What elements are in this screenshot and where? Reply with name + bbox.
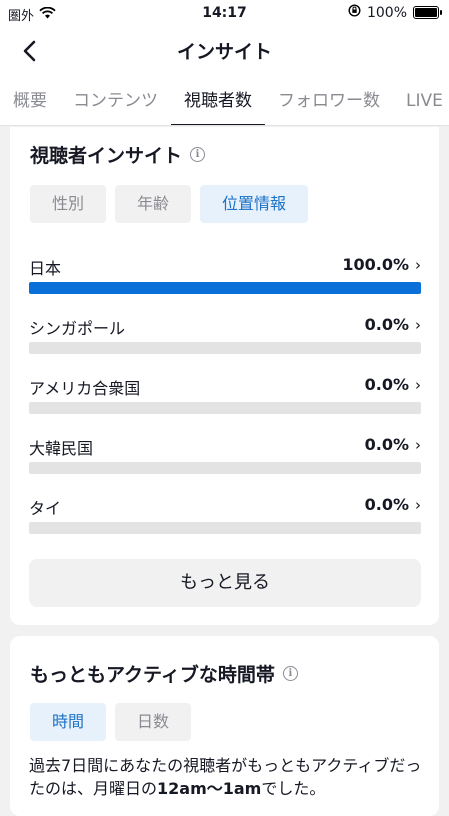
chevron-right-icon: › <box>415 255 421 274</box>
tab-content[interactable]: コンテンツ <box>60 76 171 125</box>
chevron-right-icon: › <box>415 315 421 334</box>
battery-icon <box>413 6 442 19</box>
progress-bar <box>29 402 421 414</box>
chip-days[interactable]: 日数 <box>115 703 192 741</box>
page-title: インサイト <box>176 41 272 63</box>
see-more-button[interactable]: もっと見る <box>29 559 421 607</box>
location-percent: 0.0% › <box>364 315 421 334</box>
progress-fill <box>29 282 421 294</box>
active-times-title: もっともアクティブな時間帯 <box>30 664 275 686</box>
audience-title: 視聴者インサイト <box>30 145 183 167</box>
location-name: アメリカ合衆国 <box>29 379 141 398</box>
location-row[interactable]: アメリカ合衆国 0.0% › <box>29 372 421 432</box>
location-row[interactable]: タイ 0.0% › <box>29 492 421 552</box>
active-times-header: もっともアクティブな時間帯 i <box>30 660 298 687</box>
progress-bar <box>29 342 421 354</box>
chevron-right-icon: › <box>415 375 421 394</box>
active-times-chips: 時間 日数 <box>30 703 192 741</box>
audience-section-header: 視聴者インサイト i <box>30 141 206 168</box>
status-bar: 圏外 14:17 100% <box>0 0 449 26</box>
location-percent: 100.0% › <box>342 255 421 274</box>
location-row[interactable]: シンガポール 0.0% › <box>29 312 421 372</box>
info-icon[interactable]: i <box>190 147 206 162</box>
tab-overview[interactable]: 概要 <box>0 76 60 125</box>
progress-bar <box>29 522 421 534</box>
location-name: 大韓民国 <box>29 439 94 458</box>
location-percent: 0.0% › <box>364 495 421 514</box>
location-name: 日本 <box>29 259 62 278</box>
tab-live[interactable]: LIVE <box>393 76 449 125</box>
location-name: タイ <box>29 499 62 518</box>
active-times-description: 過去7日間にあなたの視聴者がもっともアクティブだったのは、月曜日の12am〜1a… <box>29 756 422 798</box>
chip-age[interactable]: 年齢 <box>115 185 192 223</box>
tab-followers[interactable]: フォロワー数 <box>265 76 393 125</box>
location-list: 日本 100.0% › シンガポール 0.0% › アメリカ合衆国 0.0% › 大韓… <box>29 252 421 552</box>
chip-hours[interactable]: 時間 <box>30 703 107 741</box>
chevron-right-icon: › <box>415 435 421 454</box>
info-icon[interactable]: i <box>282 666 298 681</box>
location-percent: 0.0% › <box>364 375 421 394</box>
audience-filter-chips: 性別 年齢 位置情報 <box>30 185 309 223</box>
chip-gender[interactable]: 性別 <box>30 185 107 223</box>
tab-bar: 概要 コンテンツ 視聴者数 フォロワー数 LIVE <box>0 76 449 126</box>
progress-bar <box>29 282 421 294</box>
active-times-card: もっともアクティブな時間帯 i 時間 日数 過去7日間にあなたの視聴者がもっとも… <box>10 636 439 816</box>
location-percent: 0.0% › <box>364 435 421 454</box>
chip-location[interactable]: 位置情報 <box>200 185 309 223</box>
battery-percent: 100% <box>366 4 407 21</box>
location-row[interactable]: 大韓民国 0.0% › <box>29 432 421 492</box>
location-row[interactable]: 日本 100.0% › <box>29 252 421 312</box>
audience-insight-card: 視聴者インサイト i 性別 年齢 位置情報 日本 100.0% › シンガポール … <box>10 127 439 625</box>
location-name: シンガポール <box>29 319 126 338</box>
nav-bar: インサイト <box>0 26 449 76</box>
progress-bar <box>29 462 421 474</box>
status-right: 100% <box>348 4 442 21</box>
tab-viewers[interactable]: 視聴者数 <box>171 76 265 125</box>
chevron-right-icon: › <box>415 495 421 514</box>
orientation-lock-icon <box>348 4 361 21</box>
